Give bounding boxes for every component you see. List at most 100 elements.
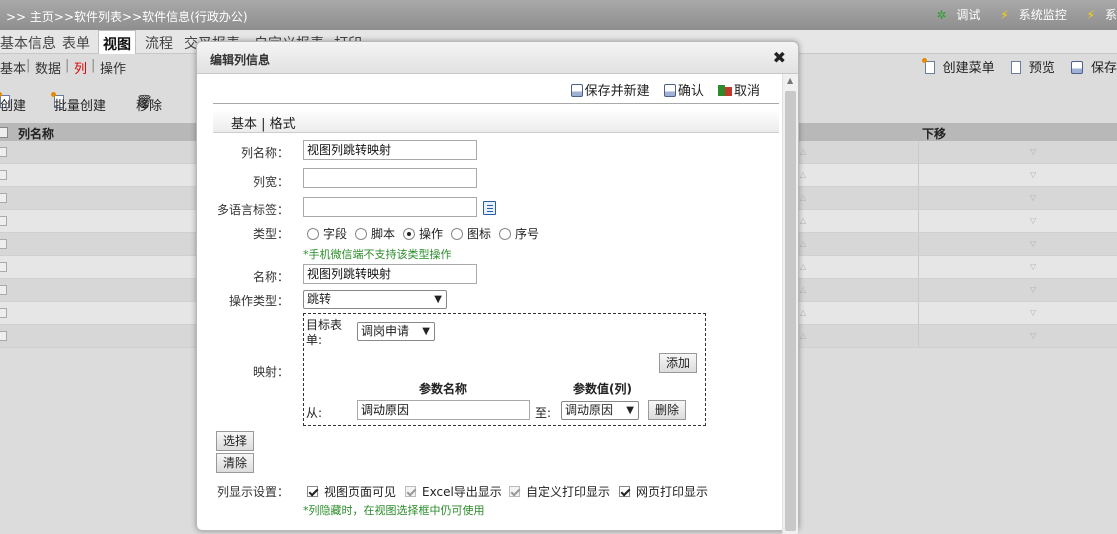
name-input[interactable]: 视图列跳转映射 [303,264,477,284]
tab-flow[interactable]: 流程 [145,33,173,53]
web-print-checkbox[interactable]: 网页打印显示 [619,483,708,500]
move-down-icon[interactable]: ▽ [1030,239,1036,248]
row-checkbox[interactable] [0,262,7,272]
move-up-icon[interactable]: △ [800,262,806,271]
tab-basic-info[interactable]: 基本信息 [0,33,56,53]
move-up-icon[interactable]: △ [800,193,806,202]
move-up-icon[interactable]: △ [800,216,806,225]
language-edit-icon[interactable] [483,201,496,215]
move-down-icon[interactable]: ▽ [1030,147,1036,156]
column-divider [918,164,919,186]
move-down-icon[interactable]: ▽ [1030,193,1036,202]
add-button[interactable]: 添加 [659,353,698,373]
move-down-icon[interactable]: ▽ [1030,331,1036,340]
display-settings-label: 列显示设置： [216,485,289,499]
save-button[interactable]: 保存 [1065,61,1117,76]
subtab-basic-format[interactable]: 基本 | 格式 [231,113,296,132]
separator: | [91,58,96,73]
type-field-radio[interactable]: 字段 [307,225,347,242]
col-name-input[interactable]: 视图列跳转映射 [303,140,477,160]
divider [213,103,779,104]
type-icon-radio[interactable]: 图标 [451,225,491,242]
move-down-icon[interactable]: ▽ [1030,285,1036,294]
tab-form[interactable]: 表单 [62,33,90,53]
row-checkbox[interactable] [0,147,7,157]
save-new-button[interactable]: 保存并新建 [570,84,650,99]
separator: | [26,58,31,73]
move-down-icon[interactable]: ▽ [1030,216,1036,225]
debug-button[interactable]: ✲ 调试 [928,8,980,22]
target-form-select[interactable]: 调岗申请 ▼ [357,322,435,341]
name-label: 名称： [252,270,289,284]
op-type-label: 操作类型： [228,294,289,308]
scroll-thumb[interactable] [785,91,796,531]
move-up-icon[interactable]: △ [800,147,806,156]
move-up-icon[interactable]: △ [800,308,806,317]
row-checkbox[interactable] [0,216,7,226]
subtab-basic[interactable]: 基本 [0,58,26,77]
move-down-icon[interactable]: ▽ [1030,170,1036,179]
preview-icon [1010,61,1021,74]
system-button[interactable]: ⚡ 系 [1079,8,1117,22]
create-menu-button[interactable]: 创建菜单 [919,58,995,76]
i18n-input[interactable] [303,197,477,217]
row-checkbox[interactable] [0,331,7,341]
move-up-icon[interactable]: △ [800,331,806,340]
type-radio-group: 字段 脚本 操作 图标 序号 [307,225,577,241]
preview-button[interactable]: 预览 [1005,61,1055,76]
column-divider [918,302,919,324]
top-tools: ✲ 调试 ⚡ 系统监控 ⚡ 系 [920,6,1117,23]
move-up-icon[interactable]: △ [800,170,806,179]
vertical-scrollbar[interactable]: ▲ [782,74,798,534]
from-input[interactable]: 调动原因 [357,400,530,420]
op-type-select[interactable]: 跳转 ▼ [303,290,447,309]
save-icon [1070,61,1083,74]
move-down-icon[interactable]: ▽ [1030,262,1036,271]
right-toolbar: 创建菜单 预览 保存 [913,57,1117,76]
cancel-icon [717,84,732,97]
view-visible-checkbox[interactable]: 视图页面可见 [307,483,396,500]
edit-column-dialog: 编辑列信息 ✖ ▲ 保存并新建 确认 取消 基本 | 格式 列名称： 视图列跳转… [196,41,799,534]
type-label: 类型： [252,227,289,241]
move-up-icon[interactable]: △ [800,239,806,248]
excel-export-checkbox[interactable]: Excel导出显示 [405,483,502,500]
param-value-header: 参数值(列) [573,382,632,396]
row-checkbox[interactable] [0,170,7,180]
to-select[interactable]: 调动原因 ▼ [561,401,639,420]
select-all-checkbox[interactable] [0,127,8,138]
save-icon [663,84,676,97]
lightning-icon: ⚡ [1086,8,1095,22]
dialog-subtabs[interactable]: 基本 | 格式 [213,109,779,133]
column-divider [918,233,919,255]
tab-view[interactable]: 视图 [98,30,136,54]
clear-button[interactable]: 清除 [216,453,255,473]
confirm-button[interactable]: 确认 [663,84,704,99]
column-divider [918,325,919,347]
type-operation-radio[interactable]: 操作 [403,225,443,242]
custom-print-checkbox[interactable]: 自定义打印显示 [509,483,610,500]
dropdown-arrow-icon: ▼ [434,294,442,305]
row-checkbox[interactable] [0,239,7,249]
dropdown-arrow-icon: ▼ [626,405,634,416]
subtab-operation[interactable]: 操作 [100,58,126,77]
monitor-button[interactable]: ⚡ 系统监控 [992,8,1066,22]
col-width-input[interactable] [303,168,477,188]
delete-button[interactable]: 删除 [648,400,687,420]
row-checkbox[interactable] [0,308,7,318]
subtab-data[interactable]: 数据 [35,58,61,77]
dropdown-arrow-icon: ▼ [422,326,430,337]
move-down-icon[interactable]: ▽ [1030,308,1036,317]
row-checkbox[interactable] [0,193,7,203]
save-icon [570,84,583,97]
scroll-up-icon[interactable]: ▲ [787,76,793,85]
row-checkbox[interactable] [0,285,7,295]
new-doc-icon [921,58,935,74]
type-index-radio[interactable]: 序号 [499,225,539,242]
cancel-button[interactable]: 取消 [717,84,760,99]
dialog-titlebar: 编辑列信息 ✖ [197,42,798,74]
subtab-column[interactable]: 列 [74,58,87,77]
move-up-icon[interactable]: △ [800,285,806,294]
close-icon[interactable]: ✖ [773,48,786,67]
select-button[interactable]: 选择 [216,431,255,451]
type-script-radio[interactable]: 脚本 [355,225,395,242]
